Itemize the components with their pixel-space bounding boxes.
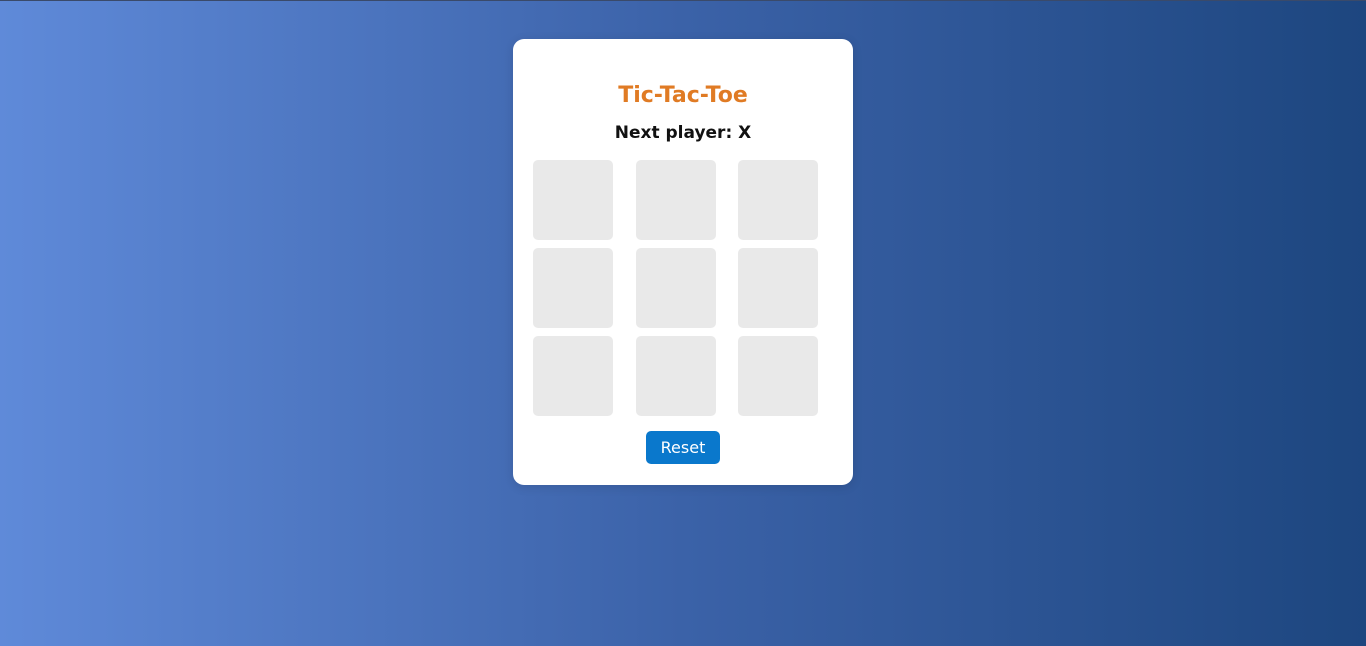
- reset-button[interactable]: Reset: [646, 431, 720, 464]
- top-border: [0, 0, 1366, 1]
- status-text: Next player: X: [614, 123, 752, 143]
- board-cell-8[interactable]: [636, 336, 716, 416]
- game-board: [533, 160, 818, 416]
- board-cell-3[interactable]: [738, 160, 818, 240]
- game-title: Tic-Tac-Toe: [618, 83, 748, 108]
- board-cell-2[interactable]: [636, 160, 716, 240]
- board-cell-1[interactable]: [533, 160, 613, 240]
- board-cell-9[interactable]: [738, 336, 818, 416]
- board-cell-4[interactable]: [533, 248, 613, 328]
- game-card: Tic-Tac-Toe Next player: X Reset: [513, 39, 853, 485]
- board-cell-7[interactable]: [533, 336, 613, 416]
- board-cell-5[interactable]: [636, 248, 716, 328]
- board-cell-6[interactable]: [738, 248, 818, 328]
